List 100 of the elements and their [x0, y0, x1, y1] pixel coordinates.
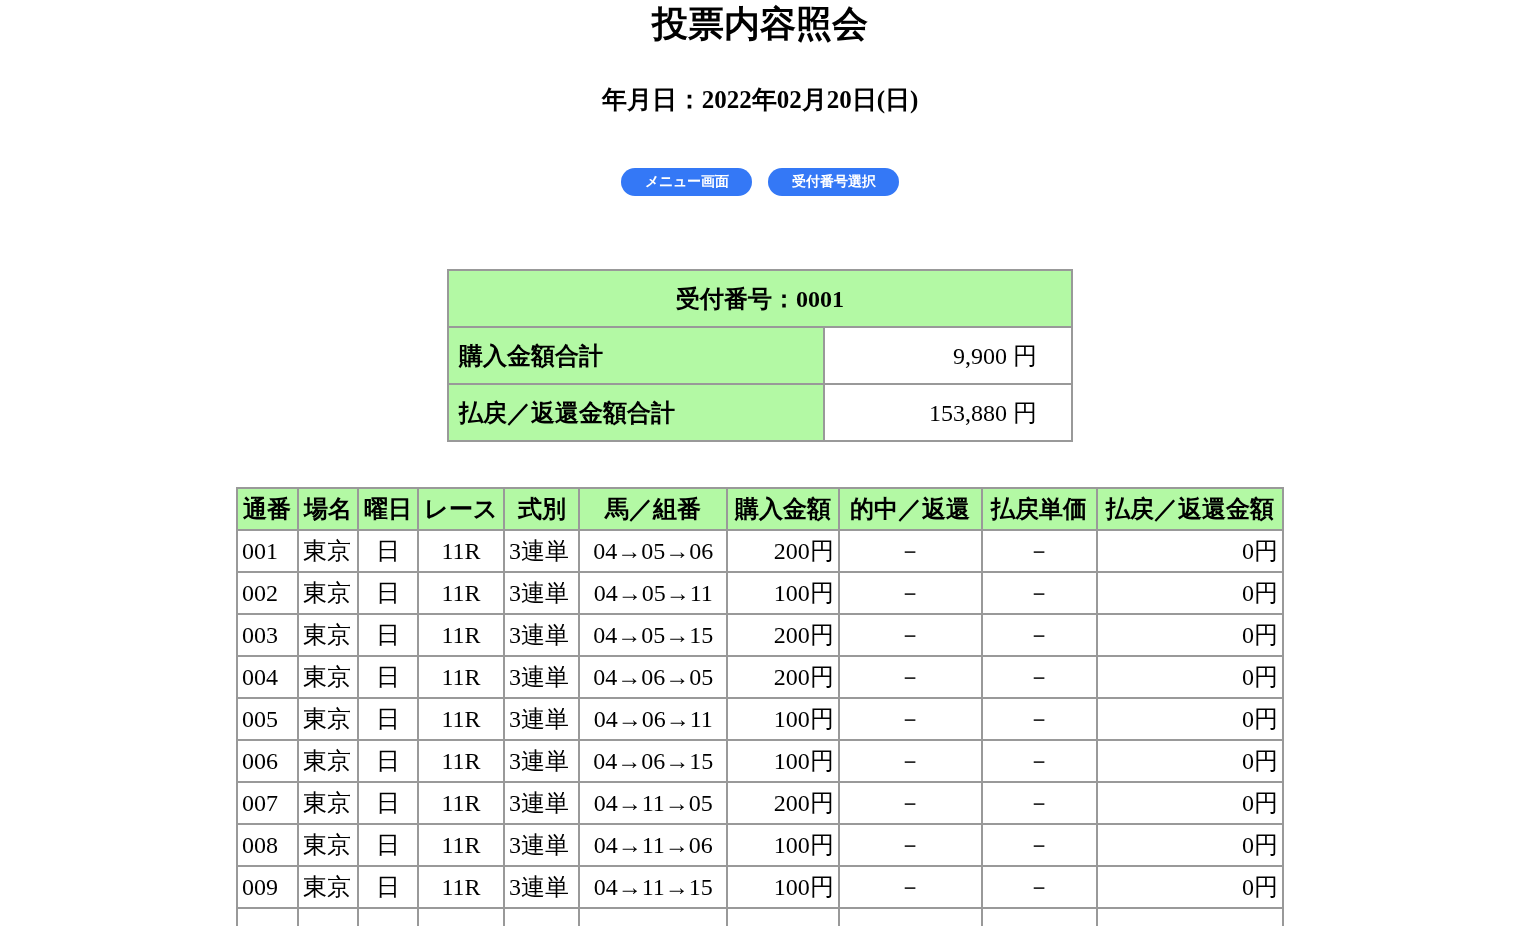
table-cell: 04→05→15 — [579, 614, 728, 656]
summary-label: 購入金額合計 — [448, 327, 824, 384]
column-header: 式別 — [504, 488, 580, 530]
table-cell: － — [982, 698, 1097, 740]
table-cell: 日 — [358, 614, 418, 656]
column-header: 場名 — [297, 488, 359, 530]
table-cell: 3連単 — [504, 572, 580, 614]
table-cell: 04→06→11 — [579, 698, 728, 740]
table-cell: 0円 — [1096, 530, 1283, 572]
table-cell: 東京 — [297, 824, 359, 866]
table-cell: 0円 — [1096, 782, 1283, 824]
table-cell: 11R — [417, 698, 504, 740]
table-cell: 100円 — [727, 698, 839, 740]
table-cell: 東京 — [297, 572, 359, 614]
date-text: 年月日：2022年02月20日(日) — [601, 85, 919, 115]
table-cell: － — [982, 740, 1097, 782]
table-cell: 11R — [417, 866, 504, 908]
table-cell: 200円 — [727, 530, 839, 572]
column-header: 的中／返還 — [838, 488, 983, 530]
table-cell: 200円 — [727, 614, 839, 656]
table-cell: 200円 — [727, 782, 839, 824]
table-cell: 04→11→06 — [579, 824, 728, 866]
table-cell: 11R — [417, 740, 504, 782]
table-cell: － — [838, 866, 983, 908]
table-cell: 東京 — [297, 866, 359, 908]
column-header: 曜日 — [358, 488, 418, 530]
table-cell: 11R — [417, 572, 504, 614]
table-cell: － — [982, 614, 1097, 656]
table-cell: 0円 — [1096, 698, 1283, 740]
column-header: 通番 — [237, 488, 298, 530]
table-cell: 3連単 — [504, 866, 580, 908]
table-cell: 04→05→06 — [579, 530, 728, 572]
column-header: 馬／組番 — [579, 488, 728, 530]
table-cell: 04→11→15 — [579, 866, 728, 908]
table-cell: 100円 — [727, 866, 839, 908]
column-header: 払戻単価 — [982, 488, 1097, 530]
table-cell: 006 — [237, 740, 298, 782]
table-cell: 東京 — [297, 740, 359, 782]
table-cell: 日 — [358, 572, 418, 614]
table-cell: 11R — [417, 656, 504, 698]
nav-button[interactable]: メニュー画面 — [621, 168, 752, 196]
summary-value: 153,880 円 — [824, 384, 1072, 441]
table-cell: 11R — [417, 614, 504, 656]
table-cell: 11R — [417, 824, 504, 866]
table-cell: 003 — [237, 614, 298, 656]
table-cell: 100円 — [727, 572, 839, 614]
table-cell: 3連単 — [504, 614, 580, 656]
table-cell: 200円 — [727, 656, 839, 698]
summary-label: 払戻／返還金額合計 — [448, 384, 824, 441]
table-cell: － — [982, 530, 1097, 572]
table-cell: 04→11→05 — [579, 782, 728, 824]
table-cell: － — [838, 698, 983, 740]
table-cell: 002 — [237, 572, 298, 614]
column-header: レース — [417, 488, 504, 530]
table-cell: 日 — [358, 866, 418, 908]
nav-button[interactable]: 受付番号選択 — [768, 168, 899, 196]
table-cell: － — [838, 782, 983, 824]
table-cell: － — [982, 782, 1097, 824]
table-cell: 日 — [358, 698, 418, 740]
table-cell: 0円 — [1096, 866, 1283, 908]
table-cell: 100円 — [727, 824, 839, 866]
table-cell: 3連単 — [504, 530, 580, 572]
table-cell: － — [838, 824, 983, 866]
table-cell: 11R — [417, 530, 504, 572]
table-cell: 東京 — [297, 782, 359, 824]
column-header: 購入金額 — [727, 488, 839, 530]
column-header: 払戻／返還金額 — [1096, 488, 1283, 530]
table-cell: － — [982, 572, 1097, 614]
table-cell: 004 — [237, 656, 298, 698]
table-cell: 東京 — [297, 614, 359, 656]
receipt-number-header: 受付番号：0001 — [448, 270, 1072, 327]
table-cell: － — [982, 824, 1097, 866]
table-cell: 0円 — [1096, 656, 1283, 698]
table-cell: 001 — [237, 530, 298, 572]
table-cell: 100円 — [727, 740, 839, 782]
table-cell: 005 — [237, 698, 298, 740]
table-cell: 東京 — [297, 656, 359, 698]
summary-value: 9,900 円 — [824, 327, 1072, 384]
table-cell: － — [838, 614, 983, 656]
table-cell: 04→06→05 — [579, 656, 728, 698]
table-cell: － — [838, 572, 983, 614]
table-cell: 日 — [358, 824, 418, 866]
table-cell: 東京 — [297, 698, 359, 740]
table-cell: 3連単 — [504, 656, 580, 698]
table-cell: 日 — [358, 740, 418, 782]
table-cell: 0円 — [1096, 824, 1283, 866]
table-cell: 3連単 — [504, 782, 580, 824]
table-cell: 0円 — [1096, 614, 1283, 656]
table-cell: 日 — [358, 530, 418, 572]
table-cell: 0円 — [1096, 572, 1283, 614]
table-cell: 0円 — [1096, 740, 1283, 782]
table-cell: － — [838, 530, 983, 572]
table-cell: － — [982, 866, 1097, 908]
table-cell: 008 — [237, 824, 298, 866]
table-cell: － — [982, 656, 1097, 698]
table-cell: 日 — [358, 782, 418, 824]
table-cell: 東京 — [297, 530, 359, 572]
table-cell: － — [838, 656, 983, 698]
page-title: 投票内容照会 — [652, 3, 868, 46]
table-cell: 007 — [237, 782, 298, 824]
